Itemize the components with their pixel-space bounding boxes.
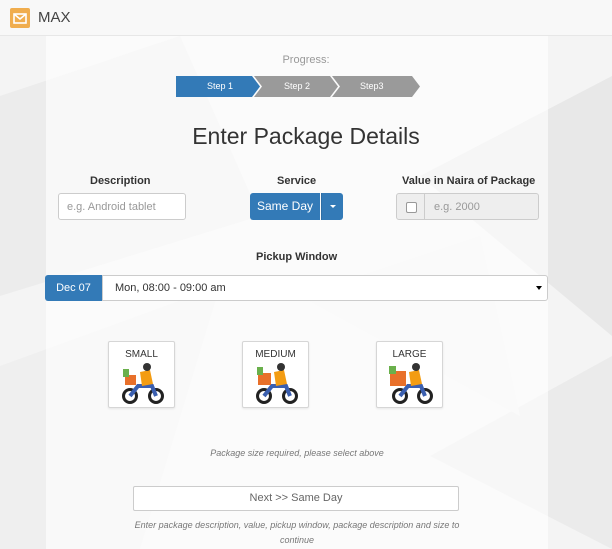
description-label: Description	[90, 175, 151, 187]
value-input[interactable]	[424, 193, 539, 220]
step-2: Step 2	[284, 81, 311, 91]
pickup-time-value: Mon, 08:00 - 09:00 am	[115, 282, 226, 294]
next-button[interactable]: Next >> Same Day	[133, 486, 459, 511]
pickup-window-label: Pickup Window	[256, 251, 338, 263]
footer-instructions: Enter package description, value, pickup…	[134, 520, 460, 545]
courier-scooter-icon	[256, 363, 298, 404]
step-1: Step 1	[207, 81, 234, 91]
brand-name[interactable]: MAX	[38, 9, 71, 26]
size-option-small[interactable]: SMALL	[108, 341, 175, 408]
step-3: Step3	[360, 81, 384, 91]
courier-scooter-icon	[122, 363, 164, 404]
size-label: SMALL	[125, 349, 158, 360]
max-logo-icon[interactable]	[10, 8, 30, 28]
caret-down-icon	[330, 205, 336, 208]
service-dropdown-button[interactable]: Same Day	[250, 193, 320, 220]
progress-steps: Step 1 Step 2 Step3	[176, 76, 420, 97]
value-label: Value in Naira of Package	[402, 175, 536, 187]
size-required-message: Package size required, please select abo…	[210, 448, 384, 458]
size-option-large[interactable]: LARGE	[376, 341, 443, 408]
service-label: Service	[277, 175, 317, 187]
progress-label: Progress:	[282, 54, 330, 66]
size-option-medium[interactable]: MEDIUM	[242, 341, 309, 408]
size-label: LARGE	[392, 349, 427, 360]
courier-scooter-icon	[389, 363, 433, 404]
select-arrow-icon	[536, 286, 542, 290]
value-checkbox-addon	[396, 193, 425, 220]
pickup-date-badge: Dec 07	[45, 275, 102, 301]
page-title: Enter Package Details	[192, 123, 420, 149]
top-navbar: MAX	[0, 0, 612, 36]
pickup-time-select[interactable]: Mon, 08:00 - 09:00 am	[102, 275, 548, 301]
service-dropdown-toggle[interactable]	[321, 193, 343, 220]
value-checkbox[interactable]	[406, 202, 417, 213]
size-label: MEDIUM	[255, 349, 296, 360]
description-input[interactable]	[58, 193, 186, 220]
